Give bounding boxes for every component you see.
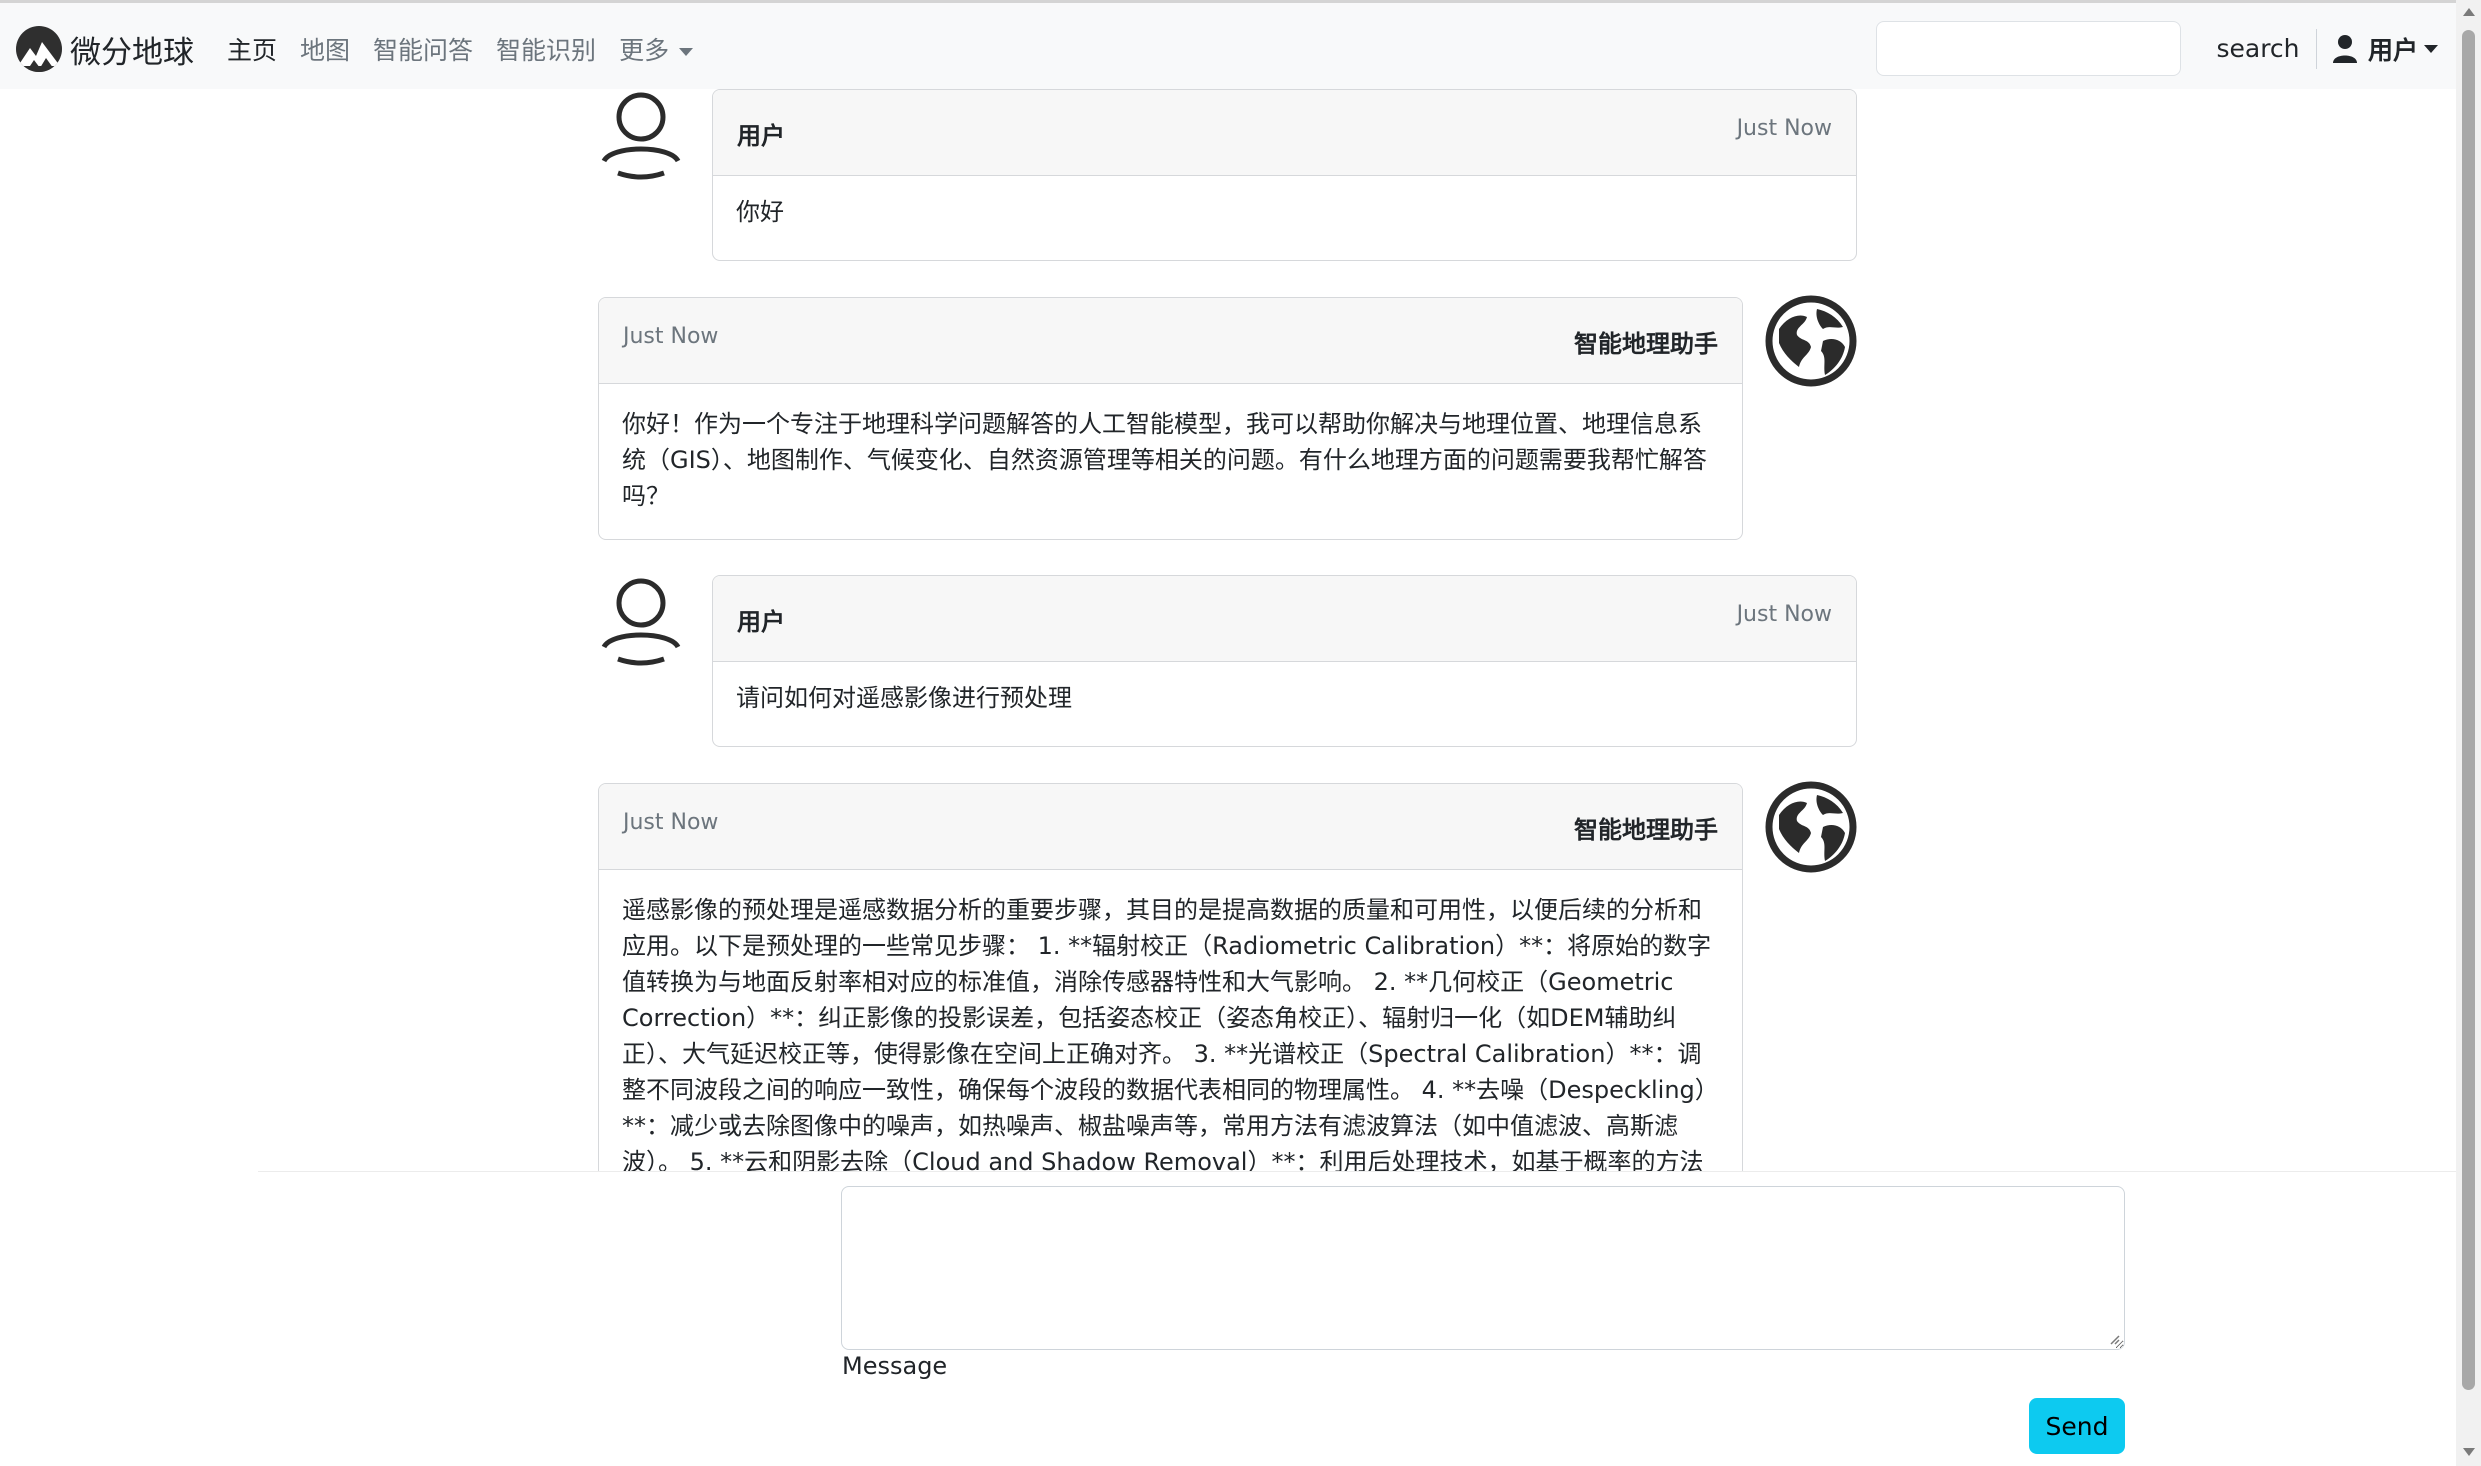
user-icon (2333, 35, 2357, 63)
chat-history[interactable]: 用户 Just Now 你好 Just Now 智能地理助手 你好！作为一个专注… (0, 89, 2456, 1171)
caret-down-icon (2424, 45, 2439, 53)
user-avatar-icon (601, 92, 681, 180)
scroll-thumb[interactable] (2462, 30, 2475, 1390)
message-header: Just Now 智能地理助手 (599, 298, 1742, 384)
brand[interactable]: 微分地球 (16, 23, 194, 75)
message-text: 遥感影像的预处理是遥感数据分析的重要步骤，其目的是提高数据的质量和可用性，以便后… (622, 896, 1719, 1171)
send-button[interactable]: Send (2029, 1398, 2125, 1454)
nav-link-recognition[interactable]: 智能识别 (496, 31, 596, 67)
message-text: 请问如何对遥感影像进行预处理 (736, 684, 1072, 712)
message-input[interactable] (841, 1186, 2125, 1350)
search-button[interactable]: search (2198, 21, 2318, 76)
message-card-user: 用户 Just Now 你好 (712, 89, 1857, 261)
top-navbar: 微分地球 主页 地图 智能问答 智能识别 更多 search 用户 (0, 0, 2456, 89)
message-card-user: 用户 Just Now 请问如何对遥感影像进行预处理 (712, 575, 1857, 747)
user-menu-label: 用户 (2368, 36, 2419, 65)
more-label: 更多 (619, 36, 670, 65)
message-time: Just Now (623, 324, 719, 349)
nav-divider (2316, 29, 2317, 69)
assistant-globe-avatar-icon (1765, 781, 1857, 873)
scroll-up-arrow-icon[interactable] (2463, 8, 2475, 16)
user-avatar-icon (601, 578, 681, 666)
user-menu-dropdown[interactable]: 用户 (2332, 31, 2439, 67)
message-text: 你好！作为一个专注于地理科学问题解答的人工智能模型，我可以帮助你解决与地理位置、… (622, 410, 1707, 510)
main-nav: 主页 地图 智能问答 智能识别 更多 (227, 31, 694, 67)
sender-name: 智能地理助手 (1574, 330, 1718, 358)
nav-link-map[interactable]: 地图 (300, 31, 350, 67)
nav-link-qa[interactable]: 智能问答 (373, 31, 473, 67)
message-text: 你好 (736, 198, 784, 226)
sender-name: 智能地理助手 (1574, 816, 1718, 844)
assistant-globe-avatar-icon (1765, 295, 1857, 387)
chat-divider (258, 1171, 2456, 1172)
caret-down-icon (679, 48, 694, 56)
brand-name: 微分地球 (70, 34, 194, 71)
sender-name: 用户 (737, 608, 785, 636)
message-time: Just Now (623, 810, 719, 835)
message-card-assistant: Just Now 智能地理助手 遥感影像的预处理是遥感数据分析的重要步骤，其目的… (598, 783, 1743, 1171)
message-header: 用户 Just Now (713, 576, 1856, 662)
sender-name: 用户 (737, 122, 785, 150)
nav-link-home[interactable]: 主页 (227, 31, 277, 67)
message-label: Message (842, 1352, 948, 1380)
message-time: Just Now (1736, 602, 1832, 627)
search-input[interactable] (1876, 21, 2181, 76)
message-header: 用户 Just Now (713, 90, 1856, 176)
brand-logo-icon (16, 26, 62, 72)
page-scrollbar[interactable] (2456, 0, 2481, 1466)
scroll-down-arrow-icon[interactable] (2463, 1448, 2475, 1456)
message-time: Just Now (1736, 116, 1832, 141)
nav-dropdown-more[interactable]: 更多 (619, 31, 694, 67)
resize-handle-icon[interactable] (2108, 1333, 2120, 1345)
message-header: Just Now 智能地理助手 (599, 784, 1742, 870)
message-card-assistant: Just Now 智能地理助手 你好！作为一个专注于地理科学问题解答的人工智能模… (598, 297, 1743, 540)
